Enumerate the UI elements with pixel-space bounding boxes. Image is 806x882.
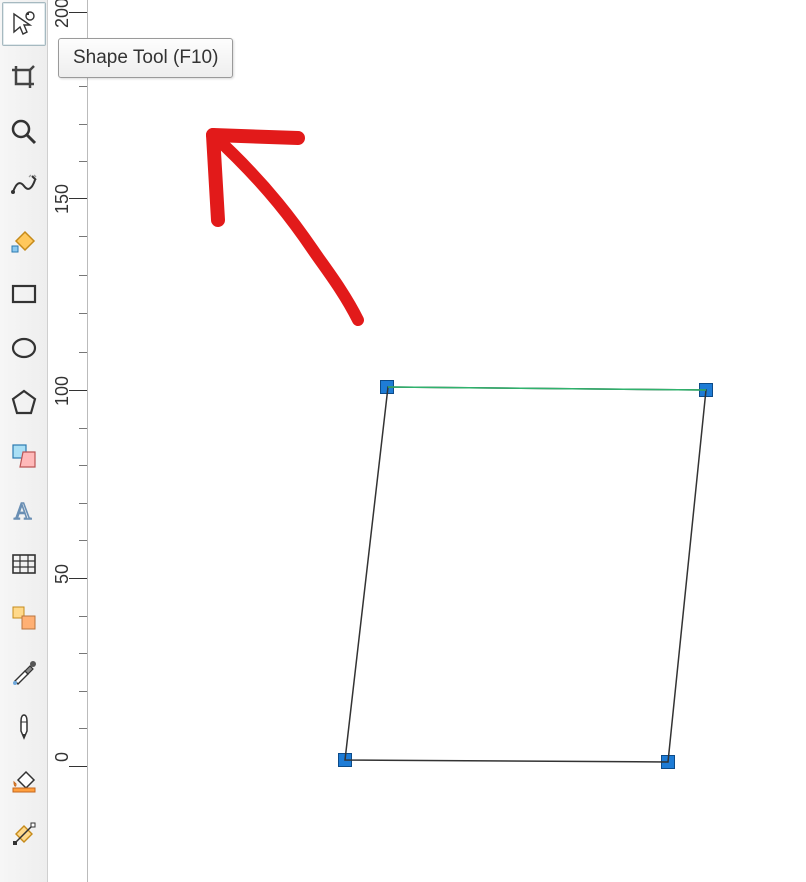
ruler-minor-tick (79, 313, 87, 314)
toolbox (0, 0, 48, 882)
ruler-label: 100 (52, 376, 73, 406)
annotation-arrow-icon (148, 100, 448, 400)
ruler-minor-tick (79, 653, 87, 654)
table-icon (10, 550, 38, 578)
ruler-major-tick (69, 766, 87, 767)
polygon-tool[interactable] (2, 380, 46, 424)
eyedropper-icon (10, 658, 38, 686)
ruler-label: 50 (52, 564, 73, 584)
ruler-minor-tick (79, 124, 87, 125)
ruler-minor-tick (79, 616, 87, 617)
shape-tool[interactable] (2, 2, 46, 46)
zoom-icon (10, 118, 38, 146)
ruler-minor-tick (79, 691, 87, 692)
crop-tool[interactable] (2, 56, 46, 100)
polygon-icon (10, 388, 38, 416)
vertical-ruler: 200 150 100 50 0 (48, 0, 88, 882)
outline-pen-icon (10, 712, 38, 740)
ruler-minor-tick (79, 275, 87, 276)
ruler-major-tick (69, 198, 87, 199)
ruler-major-tick (69, 390, 87, 391)
ruler-minor-tick (79, 728, 87, 729)
freehand-icon (10, 172, 38, 200)
ruler-minor-tick (79, 503, 87, 504)
eyedropper-tool[interactable] (2, 650, 46, 694)
basic-shapes-tool[interactable] (2, 434, 46, 478)
rectangle-tool[interactable] (2, 272, 46, 316)
dimension-icon (10, 604, 38, 632)
ruler-minor-tick (79, 428, 87, 429)
ruler-label: 150 (52, 184, 73, 214)
shape-node[interactable] (380, 380, 394, 394)
zoom-tool[interactable] (2, 110, 46, 154)
ruler-minor-tick (79, 161, 87, 162)
freehand-tool[interactable] (2, 164, 46, 208)
ellipse-icon (10, 334, 38, 362)
ellipse-tool[interactable] (2, 326, 46, 370)
fill-bucket-icon (10, 766, 38, 794)
interactive-fill-tool[interactable] (2, 812, 46, 856)
shape-cursor-icon (10, 10, 38, 38)
ruler-label: 200 (52, 0, 73, 28)
app-root: 200 150 100 50 0 Shape Tool (F10) (0, 0, 806, 882)
ruler-minor-tick (79, 236, 87, 237)
interactive-fill-icon (10, 820, 38, 848)
ruler-label: 0 (52, 752, 73, 762)
text-tool[interactable] (2, 488, 46, 532)
shape-node[interactable] (661, 755, 675, 769)
shape-tool-tooltip: Shape Tool (F10) (58, 38, 233, 78)
shape-node[interactable] (338, 753, 352, 767)
ruler-minor-tick (79, 86, 87, 87)
smart-fill-tool[interactable] (2, 218, 46, 262)
rectangle-icon (10, 280, 38, 308)
outline-tool[interactable] (2, 704, 46, 748)
fill-tool[interactable] (2, 758, 46, 802)
crop-icon (10, 64, 38, 92)
canvas[interactable]: Shape Tool (F10) (88, 0, 806, 882)
ruler-major-tick (69, 12, 87, 13)
shape-node[interactable] (699, 383, 713, 397)
ruler-minor-tick (79, 465, 87, 466)
dimension-tool[interactable] (2, 596, 46, 640)
table-tool[interactable] (2, 542, 46, 586)
selected-shape (88, 0, 806, 882)
ruler-major-tick (69, 578, 87, 579)
ruler-minor-tick (79, 352, 87, 353)
tooltip-text: Shape Tool (F10) (73, 47, 218, 68)
ruler-minor-tick (79, 540, 87, 541)
smart-fill-icon (10, 226, 38, 254)
text-icon (10, 496, 38, 524)
basic-shapes-icon (10, 442, 38, 470)
